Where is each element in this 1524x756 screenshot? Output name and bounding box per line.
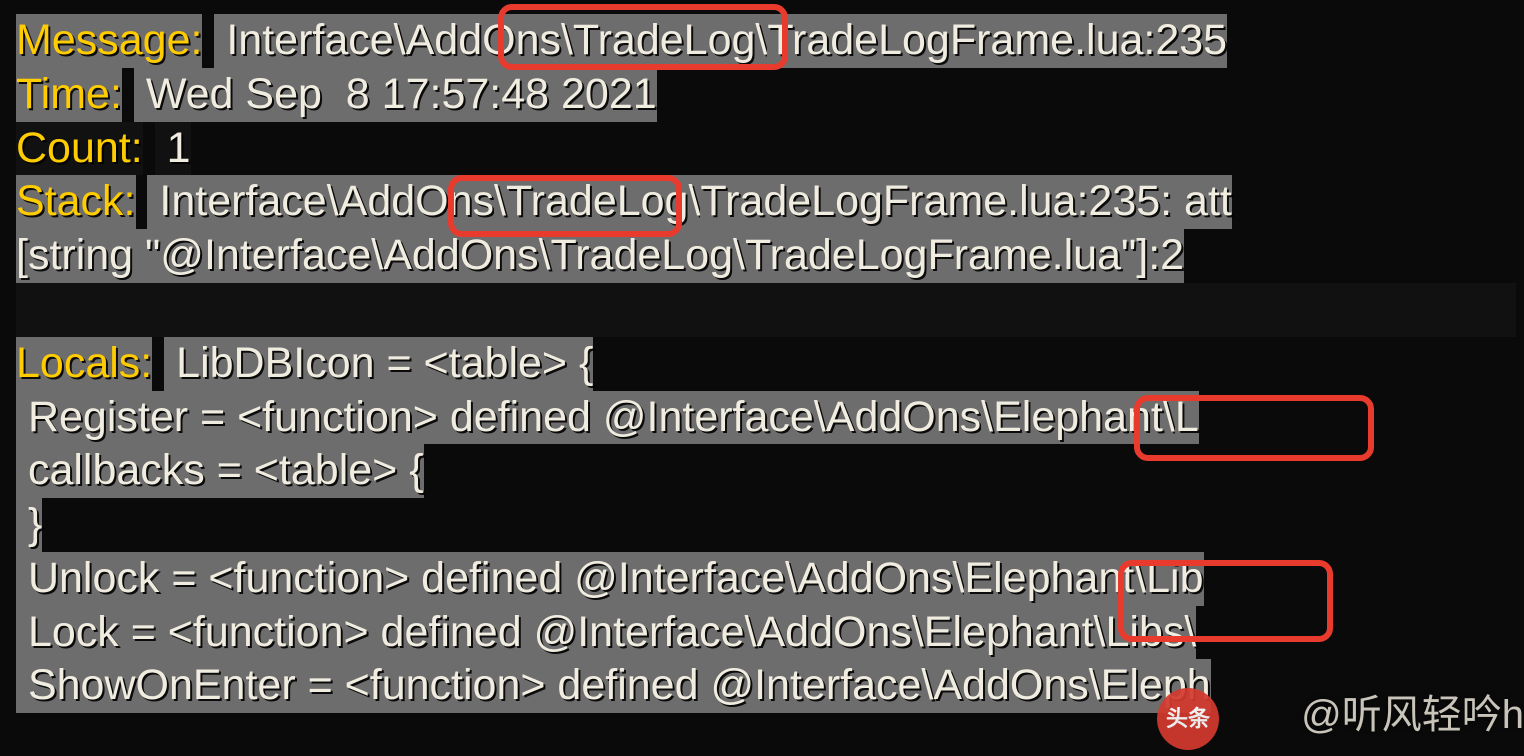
stack-row-2: [string "@Interface\AddOns\TradeLog\Trad…	[16, 229, 1516, 283]
time-value	[134, 68, 146, 122]
message-path-pre: Interface\AddOn	[226, 14, 539, 68]
stack-pre: Interface\AddOns	[159, 175, 494, 229]
message-path-box: s\TradeLog\	[539, 14, 767, 68]
locals-unlock-post: Lib	[1146, 552, 1203, 606]
locals-register-row: Register = <function> defined @Interface…	[16, 391, 1516, 445]
watermark-text: @听风轻吟h	[1301, 690, 1524, 740]
stack-line2: [string "@Interface\AddOns\TradeLog\Trad…	[16, 229, 1184, 283]
count-row: Count: 1	[16, 122, 1516, 176]
time-value-text: Wed Sep 8 17:57:48 2021	[146, 68, 657, 122]
locals-close: }	[16, 498, 42, 552]
locals-register-box: \Elephant\	[981, 391, 1175, 445]
stack-box: \TradeLog\	[494, 175, 700, 229]
time-row: Time: Wed Sep 8 17:57:48 2021	[16, 68, 1516, 122]
locals-register-post: L	[1175, 391, 1199, 445]
blank-row	[16, 283, 1516, 337]
locals-lock: Lock = <function> defined @Interface\Add…	[16, 606, 1196, 660]
locals-unlock-row: Unlock = <function> defined @Interface\A…	[16, 552, 1516, 606]
count-value: 1	[167, 122, 191, 176]
error-panel: Message: Interface\AddOns\TradeLog\Trade…	[8, 10, 1524, 713]
watermark-logo: 头条	[1157, 688, 1219, 750]
locals-label: Locals:	[16, 337, 152, 391]
locals-head: LibDBIcon = <table> {	[176, 337, 593, 391]
stack-post: TradeLogFrame.lua:235: att	[700, 175, 1231, 229]
message-label: Message:	[16, 14, 202, 68]
locals-callbacks-row: callbacks = <table> {	[16, 444, 1516, 498]
message-path-post: TradeLogFrame.lua:235	[767, 14, 1227, 68]
count-label: Count:	[16, 122, 143, 176]
message-row: Message: Interface\AddOns\TradeLog\Trade…	[16, 14, 1516, 68]
locals-show: ShowOnEnter = <function> defined @Interf…	[16, 659, 1211, 713]
message-path-seg1	[214, 14, 226, 68]
locals-callbacks: callbacks = <table> {	[16, 444, 424, 498]
locals-show-row: ShowOnEnter = <function> defined @Interf…	[16, 659, 1516, 713]
locals-unlock-box: Elephant\	[964, 552, 1146, 606]
stack-label: Stack:	[16, 175, 136, 229]
locals-register-pre: Register = <function> defined @Interface…	[16, 391, 981, 445]
time-label: Time:	[16, 68, 122, 122]
locals-unlock-pre: Unlock = <function> defined @Interface\A…	[16, 552, 964, 606]
stack-row-1: Stack: Interface\AddOns\TradeLog\TradeLo…	[16, 175, 1516, 229]
locals-lock-row: Lock = <function> defined @Interface\Add…	[16, 606, 1516, 660]
locals-row-head: Locals: LibDBIcon = <table> {	[16, 337, 1516, 391]
locals-close-row: }	[16, 498, 1516, 552]
count-value-sp	[155, 122, 167, 176]
